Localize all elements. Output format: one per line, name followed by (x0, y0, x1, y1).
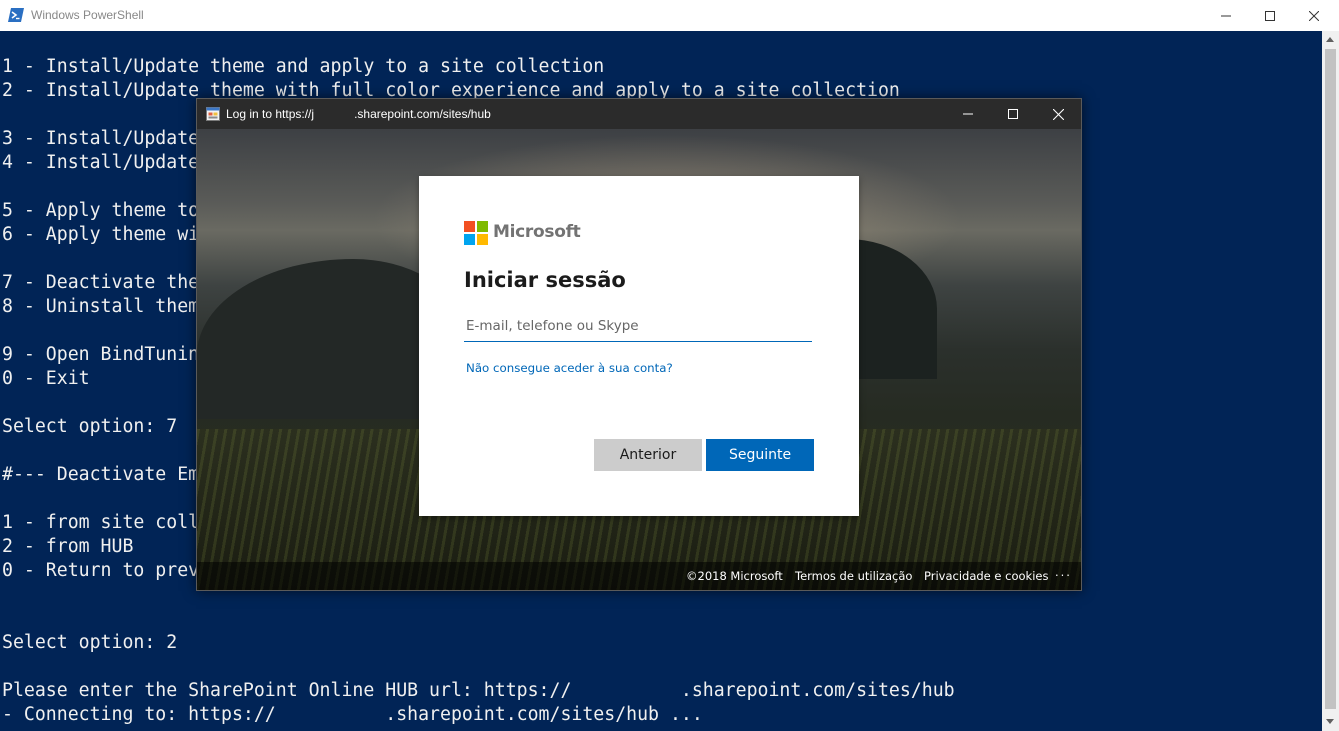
console-line: Select option: 2 (2, 632, 178, 653)
background-hill (197, 259, 457, 419)
privacy-cookies-link[interactable]: Privacidade e cookies (924, 569, 1048, 583)
window-form-icon (206, 107, 220, 121)
minimize-icon (963, 113, 973, 115)
microsoft-brand-text: Microsoft (493, 222, 581, 242)
powershell-close-button[interactable] (1291, 0, 1337, 31)
login-background: Microsoft Iniciar sessão Não consegue ac… (197, 129, 1081, 590)
powershell-window-title: Windows PowerShell (31, 8, 144, 22)
console-line: #--- Deactivate Em (2, 464, 200, 485)
console-line: 5 - Apply theme to (2, 200, 200, 221)
console-line: 9 - Open BindTunin (2, 344, 200, 365)
console-line: - Connecting to: https:// .sharepoint.co… (2, 704, 703, 725)
terms-of-use-link[interactable]: Termos de utilização (795, 569, 912, 583)
console-line: 7 - Deactivate the (2, 272, 200, 293)
close-icon (1309, 10, 1319, 21)
close-icon (1052, 108, 1064, 120)
login-dialog-window: Log in to https://j .sharepoint.com/site… (196, 98, 1082, 591)
minimize-icon (1221, 15, 1231, 16)
console-line: Select option: 7 (2, 416, 178, 437)
dialog-minimize-button[interactable] (945, 99, 991, 129)
console-line: 1 - Install/Update theme and apply to a … (2, 56, 605, 77)
maximize-icon (1265, 10, 1275, 21)
console-line: 6 - Apply theme wi (2, 224, 200, 245)
back-button[interactable]: Anterior (594, 439, 702, 471)
email-phone-skype-input[interactable] (464, 310, 812, 342)
console-line: 2 - from HUB (2, 536, 134, 557)
login-dialog-titlebar: Log in to https://j .sharepoint.com/site… (197, 99, 1081, 129)
console-line: 0 - Return to prev (2, 560, 200, 581)
console-line: 3 - Install/Update (2, 128, 200, 149)
powershell-scrollbar[interactable] (1322, 31, 1339, 731)
powershell-icon (8, 8, 24, 22)
scroll-up-icon[interactable] (1326, 37, 1334, 42)
sign-in-heading: Iniciar sessão (464, 268, 626, 292)
powershell-minimize-button[interactable] (1203, 0, 1249, 31)
sign-in-footer: ©2018 Microsoft Termos de utilização Pri… (197, 562, 1081, 590)
microsoft-logo-icon (464, 221, 488, 245)
cant-access-account-link[interactable]: Não consegue aceder à sua conta? (466, 361, 673, 375)
sign-in-card: Microsoft Iniciar sessão Não consegue ac… (419, 176, 859, 516)
console-line: Please enter the SharePoint Online HUB u… (2, 680, 955, 701)
console-line: 1 - from site coll (2, 512, 200, 533)
next-button[interactable]: Seguinte (706, 439, 814, 471)
scroll-down-icon[interactable] (1326, 719, 1334, 724)
dialog-maximize-button[interactable] (990, 99, 1036, 129)
more-options-icon[interactable]: ... (1055, 565, 1072, 579)
powershell-maximize-button[interactable] (1247, 0, 1293, 31)
copyright-text: ©2018 Microsoft (686, 569, 783, 583)
console-line: 0 - Exit (2, 368, 90, 389)
powershell-titlebar: Windows PowerShell (0, 0, 1339, 31)
scrollbar-thumb[interactable] (1325, 49, 1336, 709)
console-line: 4 - Install/Update (2, 152, 200, 173)
dialog-close-button[interactable] (1035, 99, 1081, 129)
console-line: 8 - Uninstall them (2, 296, 200, 317)
maximize-icon (1008, 109, 1018, 119)
login-dialog-title: Log in to https://j .sharepoint.com/site… (226, 107, 491, 121)
